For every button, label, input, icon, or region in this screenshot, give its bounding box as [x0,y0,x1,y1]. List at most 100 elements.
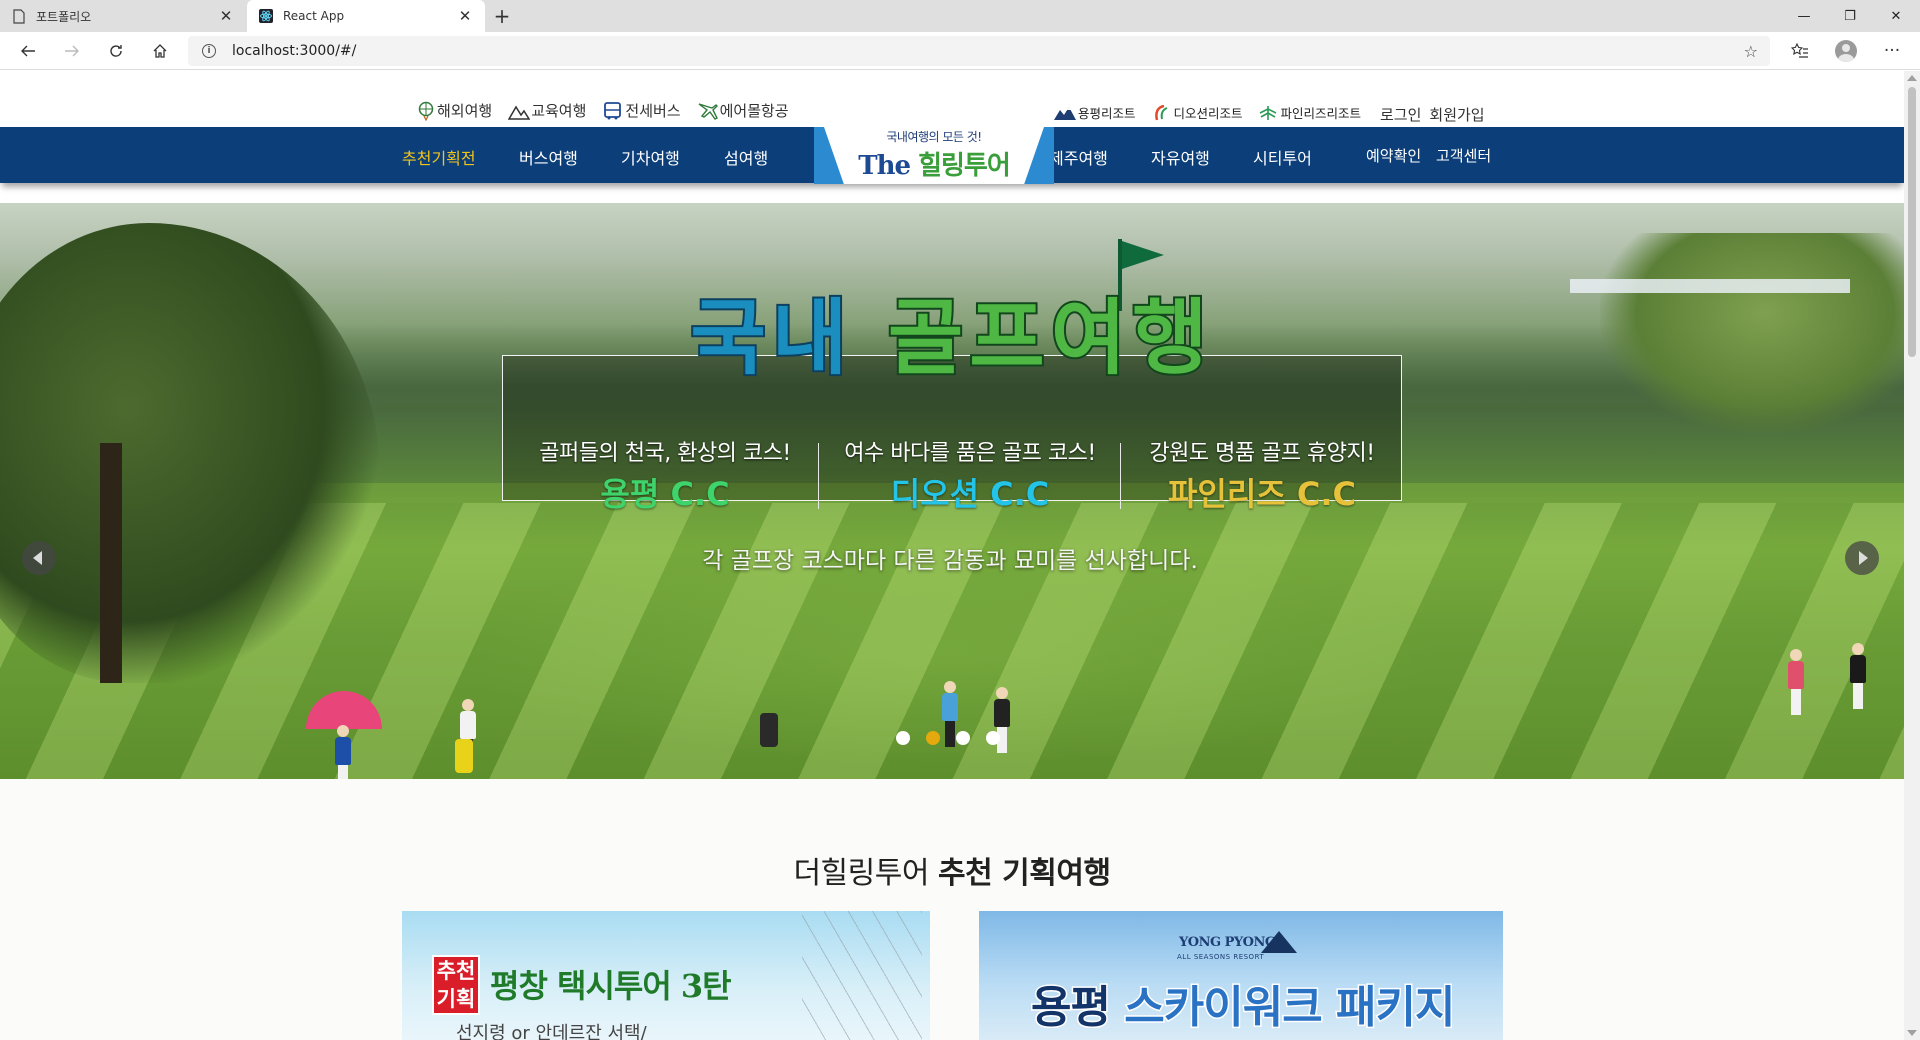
top-menu-label: 전세버스 [625,102,681,120]
nav-item-customer-center[interactable]: 고객센터 [1436,145,1491,166]
bus-icon [604,102,622,120]
globe-balloon-icon [418,101,434,121]
forward-button[interactable] [56,37,88,65]
badge-bottom: 기획 [436,986,476,1011]
course-yongpyong[interactable]: 골퍼들의 천국, 환상의 코스! 용평 C.C [515,435,815,515]
nav-item-jeju[interactable]: 제주여행 [1049,145,1108,169]
slider-dot-active[interactable] [926,731,940,745]
logo-name: 힐링투어 [918,151,1011,181]
browser-tab-portfolio[interactable]: 포트폴리오 ✕ [0,0,246,32]
course-tagline: 강원도 명품 골프 휴양지! [1149,441,1375,466]
profile-button[interactable] [1830,37,1862,65]
card-subtitle: 선지령 or 안데르잔 서택/ [456,1023,647,1040]
course-theocean[interactable]: 여수 바다를 품은 골프 코스! 디오션 C.C [820,435,1120,515]
new-tab-button[interactable]: + [490,4,514,28]
window-close-button[interactable]: ✕ [1873,0,1919,32]
top-menu: 해외여행 교육여행 전세버스 에어몰항공 [414,99,805,121]
logo-the: The [858,151,911,181]
close-icon[interactable]: ✕ [218,7,234,25]
home-button[interactable] [144,37,176,65]
top-menu-item-overseas[interactable]: 해외여행 [414,100,492,121]
top-menu-item-charter-bus[interactable]: 전세버스 [602,100,681,121]
recommend-badge: 추천 기획 [432,955,480,1015]
section-title-light: 더힐링투어 [793,856,929,891]
hero-slider: 국내 골프여행 골퍼들의 천국, 환상의 코스! 용평 C.C 여수 바다를 품… [0,203,1904,779]
tab-title: React App [283,9,345,23]
wave-icon [1154,104,1167,120]
section-title: 더힐링투어 추천 기획여행 [0,848,1904,892]
card-title-b: 스카이워크 패키지 [1123,981,1457,1035]
nav-item-train-tour[interactable]: 기차여행 [621,145,680,169]
golfer-figure [1850,643,1866,709]
minimize-button[interactable]: — [1781,0,1827,32]
back-arrow-icon [21,45,35,57]
slider-dot[interactable] [986,731,1000,745]
signup-link[interactable]: 회원가입 [1429,104,1484,125]
top-menu-label: 해외여행 [437,102,493,120]
card-bg-wires [802,911,922,1040]
resort-link-theocean[interactable]: 디오션리조트 [1150,103,1243,122]
nav-item-reservation[interactable]: 예약확인 [1366,145,1421,166]
browser-tab-react-app[interactable]: React App ✕ [247,0,485,32]
close-icon[interactable]: ✕ [457,7,473,25]
yongpyong-mountain-icon [1054,106,1076,120]
back-button[interactable] [12,37,44,65]
slider-dot[interactable] [896,731,910,745]
logo-tagline: 국내여행의 모든 것! [886,130,982,144]
course-tagline: 여수 바다를 품은 골프 코스! [844,441,1096,466]
golf-flag-icon [1122,241,1164,269]
slider-dot[interactable] [956,731,970,745]
yongpyong-mountain-icon [1261,931,1297,953]
course-divider [818,443,819,509]
scrollbar-thumb[interactable] [1908,87,1916,357]
maximize-button[interactable]: ❐ [1827,0,1873,32]
favorite-star-icon[interactable]: ☆ [1744,42,1758,61]
hero-bg-tree-left [0,223,380,683]
address-bar: i localhost:3000/#/ ☆ ··· [0,32,1920,70]
reload-button[interactable] [100,37,132,65]
more-icon: ··· [1883,41,1901,61]
yongpyong-logo-sub: ALL SEASONS RESORT [1177,953,1265,961]
top-menu-item-education[interactable]: 교육여행 [508,100,586,121]
scroll-down-arrow-icon[interactable] [1907,1030,1917,1036]
course-pineridge[interactable]: 강원도 명품 골프 휴양지! 파인리즈 C.C [1112,435,1412,515]
tour-card-yongpyong-skywalk[interactable]: YONG PYONG ALL SEASONS RESORT 용평 스카이워크 패… [979,911,1503,1040]
golf-bag-figure [760,713,778,747]
account-links: 로그인 회원가입 [1380,104,1493,125]
reload-icon [110,45,122,57]
resort-link-pineridge[interactable]: 파인리즈리조트 [1257,103,1362,122]
nav-item-free-tour[interactable]: 자유여행 [1151,145,1210,169]
favorites-button[interactable] [1784,37,1816,65]
tour-card-pyeongchang-taxi[interactable]: 추천 기획 평창 택시투어 3탄 선지령 or 안데르잔 서택/ [402,911,930,1040]
nav-item-bus-tour[interactable]: 버스여행 [519,145,578,169]
resort-label: 파인리즈리조트 [1280,106,1362,121]
scroll-up-arrow-icon[interactable] [1907,75,1917,81]
hero-title-part2: 골프여행 [886,291,1214,386]
login-link[interactable]: 로그인 [1380,104,1421,125]
forward-arrow-icon [65,45,79,57]
chevron-right-icon [1859,551,1868,565]
hero-bg-banner [1570,279,1850,293]
nav-item-island-tour[interactable]: 섬여행 [724,145,768,169]
course-tagline: 골퍼들의 천국, 환상의 코스! [539,441,791,466]
card-title: 용평 스카이워크 패키지 [1030,971,1457,1035]
card-title: 평창 택시투어 3탄 [490,967,732,1005]
url-field[interactable]: i localhost:3000/#/ ☆ [188,36,1770,66]
golf-bag-figure [455,739,473,773]
site-logo[interactable]: The 힐링투어 [836,145,1032,182]
info-icon[interactable]: i [202,44,216,58]
nav-item-city-tour[interactable]: 시티투어 [1253,145,1312,169]
more-options-button[interactable]: ··· [1876,37,1908,65]
pine-icon [1259,105,1276,120]
page-scrollbar[interactable] [1904,71,1920,1040]
slider-next-button[interactable] [1845,541,1879,575]
top-menu-item-airmall[interactable]: 에어몰항공 [697,100,789,121]
chevron-left-icon [33,551,42,565]
favorites-list-icon [1791,43,1808,58]
hero-title-part1: 국내 [688,291,854,386]
slider-prev-button[interactable] [22,541,56,575]
recommended-section: 더힐링투어 추천 기획여행 추천 기획 평창 택시투어 3탄 선지령 or 안데… [0,779,1904,1040]
card-title-a: 용평 [1030,981,1113,1035]
nav-item-recommended[interactable]: 추천기획전 [402,145,476,169]
resort-link-yongpyong[interactable]: 용평리조트 [1054,103,1136,122]
